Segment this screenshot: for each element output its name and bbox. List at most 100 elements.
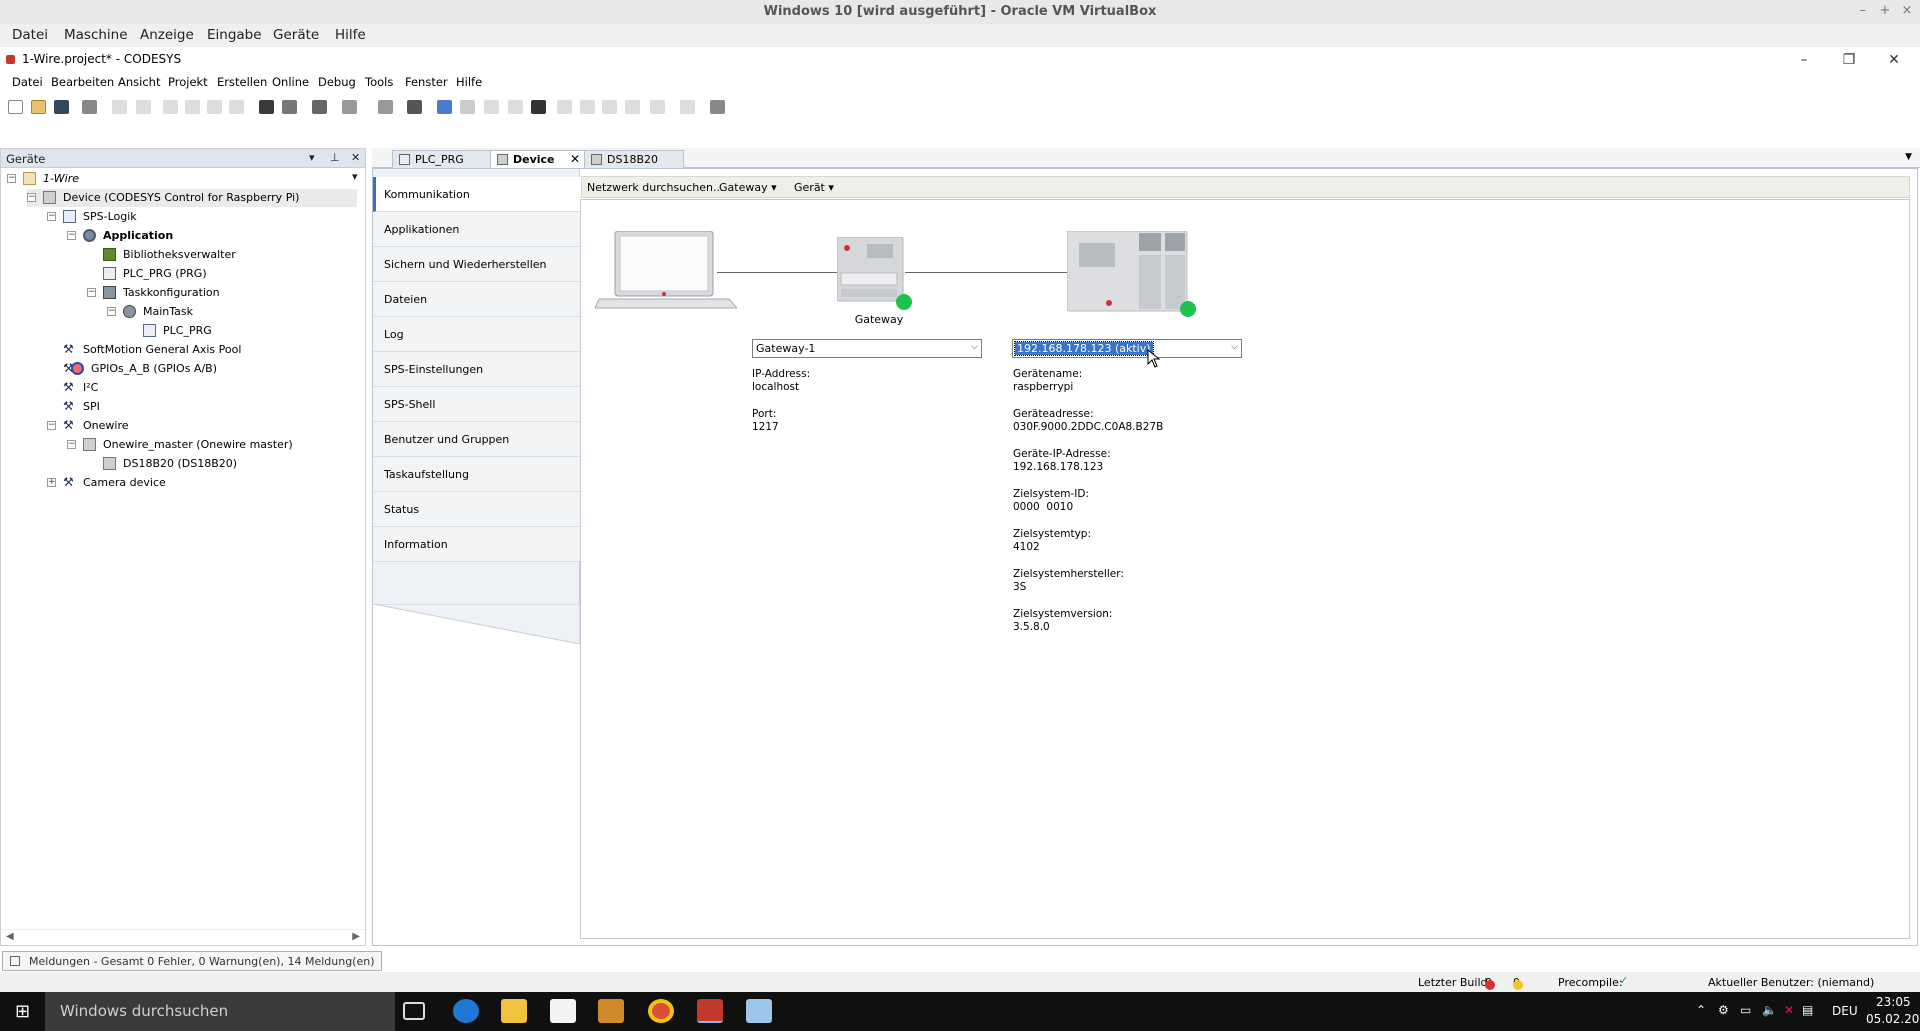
delete-icon[interactable]	[229, 100, 244, 114]
tree-item-task-configuration[interactable]: − Taskkonfiguration	[87, 284, 347, 302]
expand-icon[interactable]: +	[47, 478, 56, 487]
nav-taskaufstellung[interactable]: Taskaufstellung	[373, 457, 580, 492]
edge-icon[interactable]	[453, 999, 479, 1023]
gateway-menu-button[interactable]: Gateway ▾	[719, 181, 777, 194]
collapse-icon[interactable]: −	[7, 174, 16, 183]
print-icon[interactable]	[82, 100, 97, 114]
vbox-menu-datei[interactable]: Datei	[12, 24, 48, 47]
tree-item-i2c[interactable]: I²C	[63, 378, 343, 397]
nav-applikationen[interactable]: Applikationen	[373, 212, 580, 247]
menu-fenster[interactable]: Fenster	[405, 75, 448, 89]
restore-button[interactable]: ❐	[1834, 50, 1864, 70]
vbox-menu-eingabe[interactable]: Eingabe	[207, 24, 262, 47]
vbox-menu-hilfe[interactable]: Hilfe	[335, 24, 366, 47]
tray-chevron-icon[interactable]: ⌃	[1696, 1003, 1706, 1017]
volume-icon[interactable]: 🔈	[1762, 1003, 1777, 1017]
messages-tab[interactable]: Meldungen - Gesamt 0 Fehler, 0 Warnung(e…	[2, 951, 382, 971]
file-explorer-icon[interactable]	[501, 999, 527, 1023]
menu-erstellen[interactable]: Erstellen	[217, 75, 267, 89]
grid-icon[interactable]	[407, 100, 422, 114]
action-center-icon[interactable]: ▤	[1802, 1003, 1813, 1017]
step-into-icon[interactable]	[580, 100, 595, 114]
store-icon[interactable]	[550, 999, 576, 1023]
collapse-icon[interactable]: −	[67, 440, 76, 449]
tree-item-gpios[interactable]: GPIOs_A_B (GPIOs A/B)	[63, 359, 343, 378]
start-icon[interactable]	[484, 100, 499, 114]
nav-sps-einstellungen[interactable]: SPS-Einstellungen	[373, 352, 580, 387]
panel-menu-icon[interactable]: ▾	[309, 151, 315, 164]
build-errors[interactable]: 0	[1485, 976, 1495, 990]
notepad-icon[interactable]	[746, 999, 772, 1023]
windows-start-icon[interactable]: ⊞	[0, 992, 45, 1031]
codesys-taskbar-icon[interactable]	[697, 999, 723, 1023]
login-icon[interactable]	[437, 100, 452, 114]
device-select[interactable]: 192.168.178.123 (aktiv) ⌵	[1012, 339, 1242, 358]
stop-icon[interactable]	[508, 100, 523, 114]
menu-datei[interactable]: Datei	[12, 75, 43, 89]
step-icon[interactable]	[557, 100, 572, 114]
collapse-icon[interactable]: −	[107, 307, 116, 316]
tree-item-library-manager[interactable]: Bibliotheksverwalter	[103, 246, 343, 264]
vbox-maximize-button[interactable]: +	[1876, 3, 1894, 19]
tab-list-dropdown-icon[interactable]: ▼	[1905, 152, 1912, 162]
menu-projekt[interactable]: Projekt	[168, 75, 208, 89]
nav-sichern[interactable]: Sichern und Wiederherstellen	[373, 247, 580, 282]
new-file-icon[interactable]	[8, 100, 23, 114]
network-icon[interactable]: ▭	[1740, 1003, 1751, 1017]
build-warnings[interactable]: 0	[1513, 976, 1523, 990]
nav-information[interactable]: Information	[373, 527, 580, 562]
scroll-right-icon[interactable]: ▶	[352, 931, 360, 942]
tree-item-camera-device[interactable]: + Camera device	[47, 473, 347, 492]
tree-item-onewire-master[interactable]: − Onewire_master (Onewire master)	[67, 436, 347, 454]
run-to-cursor-icon[interactable]	[650, 100, 665, 114]
tray-app-icon[interactable]: ⚙	[1718, 1003, 1729, 1017]
next-icon[interactable]	[680, 100, 695, 114]
tree-item-maintask[interactable]: − MainTask	[107, 303, 347, 321]
paste-icon[interactable]	[207, 100, 222, 114]
tree-item-onewire[interactable]: − Onewire	[47, 416, 347, 435]
horizontal-scrollbar[interactable]: ◀ ▶	[1, 929, 365, 945]
open-folder-icon[interactable]	[31, 100, 46, 114]
taskbar-search[interactable]: Windows durchsuchen	[45, 992, 395, 1031]
build-dropdown-icon[interactable]	[342, 100, 357, 114]
replace-icon[interactable]	[282, 100, 297, 114]
tools-icon[interactable]	[531, 100, 546, 114]
media-player-icon[interactable]	[598, 999, 624, 1023]
save-icon[interactable]	[54, 100, 69, 114]
tab-device[interactable]: Device ✕	[490, 150, 586, 169]
panel-close-icon[interactable]: ✕	[351, 151, 360, 164]
collapse-icon[interactable]: −	[47, 212, 56, 221]
menu-ansicht[interactable]: Ansicht	[118, 75, 160, 89]
scan-network-button[interactable]: Netzwerk durchsuchen...	[587, 181, 723, 194]
device-menu-button[interactable]: Gerät ▾	[794, 181, 834, 194]
minimize-button[interactable]: –	[1789, 50, 1819, 70]
gateway-select[interactable]: Gateway-1 ⌵	[752, 339, 982, 358]
window-icon[interactable]	[312, 100, 327, 114]
tree-item-task-plc-prg[interactable]: PLC_PRG	[143, 322, 343, 340]
task-view-icon[interactable]	[403, 1002, 425, 1020]
menu-bearbeiten[interactable]: Bearbeiten	[51, 75, 114, 89]
close-button[interactable]: ✕	[1879, 50, 1909, 70]
menu-online[interactable]: Online	[272, 75, 309, 89]
nav-benutzer-gruppen[interactable]: Benutzer und Gruppen	[373, 422, 580, 457]
redo-icon[interactable]	[136, 100, 151, 114]
object-icon[interactable]	[378, 100, 393, 114]
menu-hilfe[interactable]: Hilfe	[456, 75, 482, 89]
collapse-icon[interactable]: −	[87, 288, 96, 297]
tree-item-plc-prg[interactable]: PLC_PRG (PRG)	[103, 265, 343, 283]
chrome-icon[interactable]	[648, 999, 674, 1023]
tray-alert-icon[interactable]: ✕	[1784, 1003, 1794, 1017]
tree-item-ds18b20[interactable]: DS18B20 (DS18B20)	[103, 455, 343, 473]
collapse-icon[interactable]: −	[47, 421, 56, 430]
vbox-menu-maschine[interactable]: Maschine	[64, 24, 128, 47]
tree-item-softmotion-pool[interactable]: SoftMotion General Axis Pool	[63, 340, 343, 359]
vbox-minimize-button[interactable]: –	[1854, 3, 1872, 19]
tree-item-application[interactable]: − Application	[67, 227, 347, 245]
pin-icon[interactable]: ⊥	[330, 151, 340, 164]
cut-icon[interactable]	[163, 100, 178, 114]
copy-icon[interactable]	[185, 100, 200, 114]
nav-sps-shell[interactable]: SPS-Shell	[373, 387, 580, 422]
nav-log[interactable]: Log	[373, 317, 580, 352]
tab-close-icon[interactable]: ✕	[570, 152, 580, 166]
vbox-menu-anzeige[interactable]: Anzeige	[140, 24, 194, 47]
